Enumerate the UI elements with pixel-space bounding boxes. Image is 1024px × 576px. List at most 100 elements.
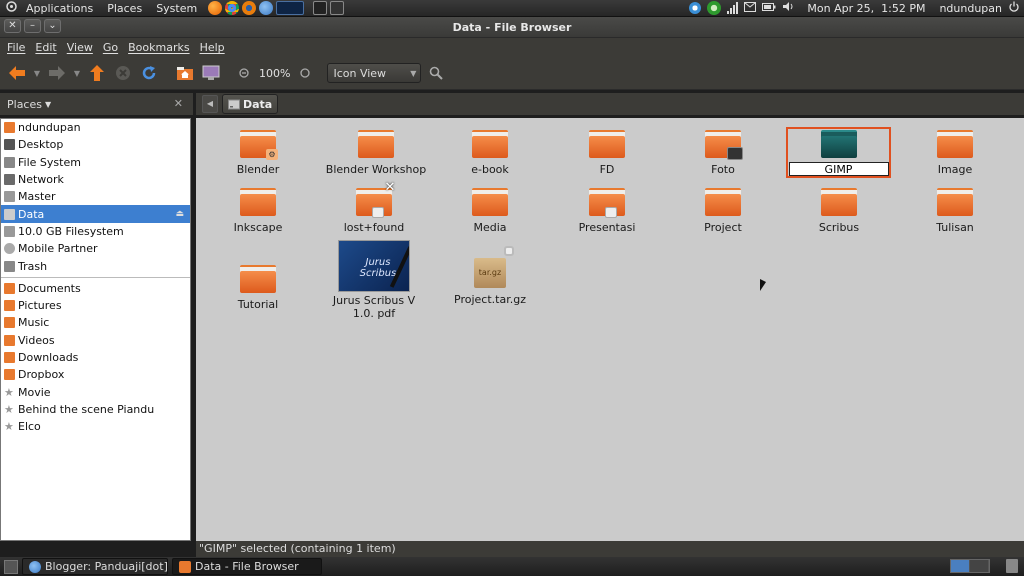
distro-logo-icon[interactable] — [0, 0, 19, 17]
folder-item[interactable]: Blender Workshop — [324, 130, 428, 176]
top-panel: Applications Places System Mon Apr 25, 1… — [0, 0, 1024, 17]
back-arrow-icon — [9, 66, 25, 80]
folder-item[interactable]: Tulisan — [905, 188, 1005, 234]
folder-item[interactable]: ✕ lost+found — [324, 181, 424, 234]
taskbar-button-blogger[interactable]: Blogger: Panduaji[dot]... — [22, 558, 168, 575]
update-icon[interactable] — [689, 2, 702, 14]
folder-item[interactable]: ⚙ Blender — [208, 130, 308, 176]
places-sidebar: ndundupan Desktop File System Network Master… — [0, 118, 191, 541]
stop-button[interactable] — [112, 62, 134, 84]
online-status-icon[interactable] — [707, 1, 722, 15]
folder-item[interactable]: Foto — [673, 130, 773, 176]
sidebar-item-videos[interactable]: Videos — [1, 332, 190, 349]
close-window-button[interactable]: ✕ — [4, 19, 21, 33]
blender-icon[interactable] — [242, 1, 257, 15]
reload-button[interactable] — [138, 62, 160, 84]
sidebar-item-master[interactable]: Master — [1, 188, 190, 205]
search-button[interactable] — [425, 62, 447, 84]
view-mode-select[interactable]: Icon View ▼ — [327, 63, 422, 83]
file-label: Blender — [236, 163, 280, 176]
folder-item[interactable]: e-book — [440, 130, 540, 176]
menu-bookmarks[interactable]: Bookmarks — [123, 41, 194, 54]
eject-icon[interactable]: ⏏ — [175, 209, 184, 219]
sidebar-item-dropbox[interactable]: Dropbox — [1, 366, 190, 383]
thunderbird-icon[interactable] — [259, 1, 274, 15]
system-monitor-icon[interactable] — [276, 1, 305, 15]
sidebar-item-pictures[interactable]: Pictures — [1, 297, 190, 314]
drive-icon — [4, 225, 15, 237]
folder-item[interactable]: Tutorial — [208, 265, 308, 311]
zoom-out-button[interactable] — [236, 62, 252, 84]
sidebar-header[interactable]: Places ▼ ✕ — [0, 93, 193, 115]
menu-file[interactable]: File — [2, 41, 30, 54]
back-history-dropdown[interactable]: ▼ — [32, 69, 42, 78]
folder-item[interactable]: Scribus — [789, 188, 889, 234]
path-scroll-left-button[interactable]: ◀ — [202, 95, 218, 113]
show-desktop-button[interactable] — [4, 559, 18, 574]
menu-help[interactable]: Help — [195, 41, 230, 54]
home-folder-icon — [4, 122, 15, 134]
chevron-down-icon[interactable]: ▼ — [45, 100, 51, 109]
mail-icon[interactable] — [744, 1, 757, 15]
folder-item[interactable]: Inkscape — [208, 188, 308, 234]
sidebar-item-documents[interactable]: Documents — [1, 280, 190, 297]
sidebar-item-behind-the-scene-piandu[interactable]: ★ Behind the scene Piandu — [1, 401, 190, 418]
window-titlebar[interactable]: ✕ – ⌄ Data - File Browser — [0, 17, 1024, 38]
menu-edit[interactable]: Edit — [30, 41, 61, 54]
applications-menu[interactable]: Applications — [19, 0, 100, 17]
folder-item[interactable]: Presentasi — [557, 188, 657, 234]
home-button[interactable] — [174, 62, 196, 84]
folder-item[interactable]: Media — [440, 188, 540, 234]
rename-input[interactable] — [788, 162, 889, 176]
zoom-in-button[interactable] — [297, 62, 313, 84]
close-icon[interactable]: ✕ — [174, 97, 183, 110]
places-menu[interactable]: Places — [100, 0, 149, 17]
firefox-icon[interactable] — [208, 1, 223, 15]
folder-item[interactable]: Image — [905, 130, 1005, 176]
zoom-level[interactable]: 100% — [256, 67, 293, 80]
power-icon[interactable] — [1008, 1, 1020, 16]
volume-icon[interactable] — [782, 1, 795, 15]
sidebar-item-mobile-partner[interactable]: Mobile Partner — [1, 240, 190, 257]
user-menu[interactable]: ndundupan — [939, 2, 1002, 15]
chrome-icon[interactable] — [225, 1, 240, 15]
archive-file-item[interactable]: tar.gz Project.tar.gz — [440, 246, 540, 306]
sidebar-item-data[interactable]: Data ⏏ — [1, 205, 190, 223]
sidebar-item-label: Documents — [18, 281, 81, 295]
forward-button[interactable] — [46, 62, 68, 84]
system-menu[interactable]: System — [149, 0, 204, 17]
sidebar-item-10-0-gb-filesystem[interactable]: 10.0 GB Filesystem — [1, 223, 190, 240]
sidebar-item-music[interactable]: Music — [1, 314, 190, 331]
sidebar-item-desktop[interactable]: Desktop — [1, 136, 190, 153]
computer-button[interactable] — [200, 62, 222, 84]
sidebar-item-trash[interactable]: Trash — [1, 257, 190, 274]
taskbar-button-file-browser[interactable]: Data - File Browser — [172, 558, 322, 575]
maximize-window-button[interactable]: ⌄ — [44, 19, 61, 33]
sidebar-item-elco[interactable]: ★ Elco — [1, 418, 190, 435]
clock[interactable]: Mon Apr 25, 1:52 PM — [807, 2, 925, 15]
pdf-file-item[interactable]: Jurus Scribus Jurus Scribus V 1.0. pdf — [322, 240, 426, 320]
sidebar-mode-label[interactable]: Places — [7, 98, 42, 111]
signal-strength-icon[interactable] — [727, 2, 739, 14]
photo-emblem-icon — [727, 147, 743, 160]
trash-icon[interactable] — [1006, 559, 1018, 573]
battery-icon[interactable] — [762, 2, 776, 15]
sidebar-item-ndundupan[interactable]: ndundupan — [1, 119, 190, 136]
sidebar-item-file-system[interactable]: File System — [1, 154, 190, 171]
menu-view[interactable]: View — [62, 41, 98, 54]
file-icon-view[interactable]: ⚙ Blender Blender Workshop e-book FD Fot… — [196, 118, 1024, 541]
menu-go[interactable]: Go — [98, 41, 123, 54]
shell-icon[interactable] — [330, 1, 345, 15]
folder-item[interactable]: FD — [557, 130, 657, 176]
minimize-window-button[interactable]: – — [24, 19, 41, 33]
terminal-icon[interactable] — [313, 1, 328, 15]
sidebar-item-network[interactable]: Network — [1, 171, 190, 188]
breadcrumb-current[interactable]: Data — [222, 94, 279, 114]
folder-item[interactable]: Project — [673, 188, 773, 234]
back-button[interactable] — [6, 62, 28, 84]
sidebar-item-movie[interactable]: ★ Movie — [1, 383, 190, 400]
workspace-switcher[interactable] — [950, 559, 990, 573]
forward-history-dropdown[interactable]: ▼ — [72, 69, 82, 78]
up-button[interactable] — [86, 62, 108, 84]
sidebar-item-downloads[interactable]: Downloads — [1, 349, 190, 366]
